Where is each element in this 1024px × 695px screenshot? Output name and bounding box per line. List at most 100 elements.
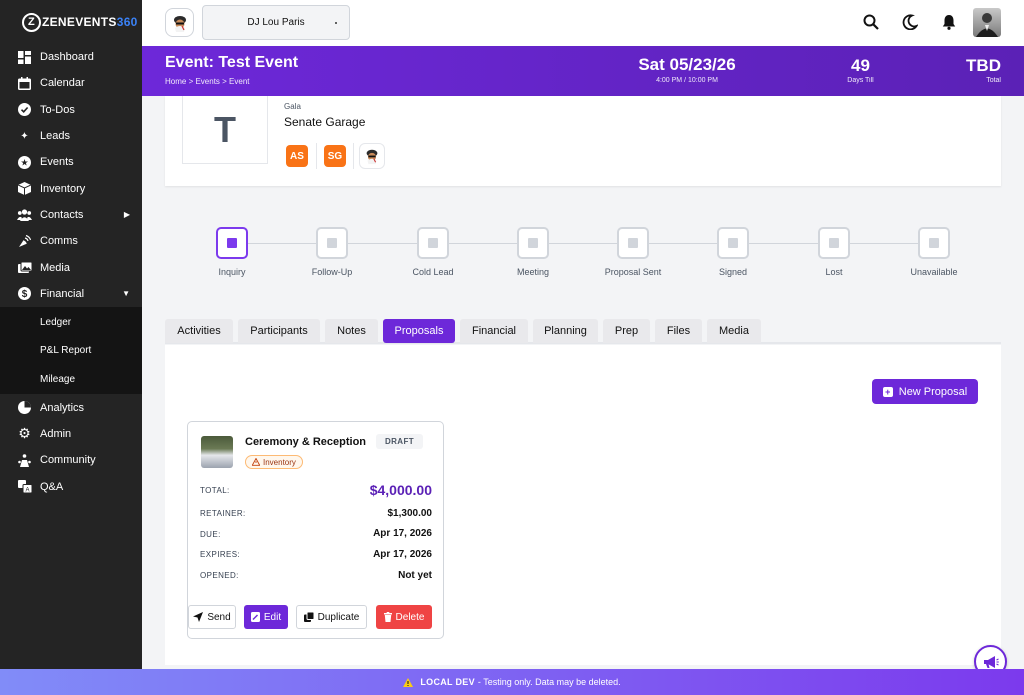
sidebar-item-leads[interactable]: ✦ Leads — [0, 123, 142, 149]
sidebar-item-label: Leads — [40, 130, 70, 143]
gear-icon: ⚙ — [18, 425, 31, 442]
opened-value: Not yet — [398, 570, 432, 581]
status-stepper: Inquiry Follow-Up Cold Lead Meeting Prop… — [165, 215, 1001, 285]
participant-chip-sg[interactable]: SG — [324, 145, 346, 167]
sidebar-item-calendar[interactable]: Calendar — [0, 70, 142, 96]
users-icon — [17, 207, 32, 222]
step-signed[interactable]: Signed — [683, 227, 783, 277]
event-date: Sat 05/23/26 — [638, 55, 736, 74]
satellite-icon — [17, 234, 32, 249]
sidebar-item-contacts[interactable]: Contacts ▶ — [0, 202, 142, 228]
svg-text:★: ★ — [20, 158, 28, 168]
profile-select[interactable]: DJ Lou Paris — [202, 5, 350, 40]
delete-button[interactable]: Delete — [376, 605, 432, 629]
step-unavailable[interactable]: Unavailable — [884, 227, 984, 277]
new-proposal-button[interactable]: + New Proposal — [872, 379, 978, 404]
collapse-icon[interactable]: ▼ — [122, 289, 130, 298]
dj-avatar-icon — [366, 149, 378, 165]
dark-mode-moon-icon[interactable] — [901, 13, 919, 31]
step-inquiry[interactable]: Inquiry — [182, 227, 282, 277]
breadcrumb[interactable]: Home > Events > Event — [165, 77, 250, 86]
bell-icon[interactable] — [940, 13, 958, 31]
sidebar-item-admin[interactable]: ⚙ Admin — [0, 421, 142, 447]
tab-planning[interactable]: Planning — [533, 319, 598, 343]
sidebar-item-analytics[interactable]: Analytics — [0, 394, 142, 420]
total-label: Total — [986, 77, 1001, 84]
sidebar-item-dashboard[interactable]: Dashboard — [0, 44, 142, 70]
new-proposal-label: New Proposal — [898, 385, 968, 398]
event-initial: T — [182, 96, 268, 164]
search-icon[interactable] — [862, 13, 880, 31]
tab-participants[interactable]: Participants — [238, 319, 320, 343]
photo-icon — [17, 260, 32, 275]
step-label: Cold Lead — [412, 267, 454, 277]
participant-avatar[interactable] — [359, 143, 385, 169]
sidebar-item-financial[interactable]: $ Financial ▼ — [0, 281, 142, 307]
sidebar-item-label: Financial — [40, 287, 85, 300]
svg-text:$: $ — [22, 289, 28, 300]
copy-icon — [303, 612, 314, 622]
warning-icon — [403, 677, 414, 687]
environment-badge: LOCAL DEV — [420, 677, 475, 687]
tab-files[interactable]: Files — [655, 319, 702, 343]
event-time: 4:00 PM / 10:00 PM — [656, 77, 718, 84]
check-circle-icon — [17, 102, 32, 117]
sidebar-subitem-pl-report[interactable]: P&L Report — [0, 336, 142, 365]
step-follow-up[interactable]: Follow-Up — [282, 227, 382, 277]
select-indicator-icon — [335, 22, 337, 24]
tab-prep[interactable]: Prep — [603, 319, 650, 343]
days-till-label: Days Till — [847, 77, 874, 84]
participant-chip-as[interactable]: AS — [286, 145, 308, 167]
dollar-icon: $ — [17, 286, 32, 301]
duplicate-button[interactable]: Duplicate — [296, 605, 367, 629]
due-value: Apr 17, 2026 — [373, 528, 432, 539]
step-label: Meeting — [516, 267, 550, 277]
send-icon — [193, 612, 204, 622]
sidebar-item-label: Events — [40, 156, 74, 169]
event-venue[interactable]: Senate Garage — [284, 115, 365, 129]
event-type: Gala — [284, 102, 301, 111]
user-avatar[interactable] — [973, 8, 1001, 37]
sidebar-subitem-ledger[interactable]: Ledger — [0, 308, 142, 337]
edit-button[interactable]: Edit — [244, 605, 288, 629]
chip-divider — [353, 143, 354, 169]
expand-icon[interactable]: ▶ — [124, 210, 130, 219]
due-label: DUE: — [200, 530, 221, 539]
stars-icon: ✦ — [20, 130, 29, 142]
proposal-title[interactable]: Ceremony & Reception — [245, 436, 366, 448]
sidebar-item-qa[interactable]: A Q&A — [0, 473, 142, 499]
step-cold-lead[interactable]: Cold Lead — [383, 227, 483, 277]
tab-activities[interactable]: Activities — [165, 319, 233, 343]
send-button[interactable]: Send — [188, 605, 236, 629]
financial-submenu: Ledger P&L Report Mileage — [0, 306, 142, 395]
event-tabs: Activities Participants Notes Proposals … — [165, 319, 1001, 344]
proposal-card[interactable]: Ceremony & Reception DRAFT Inventory TOT… — [187, 421, 444, 639]
sidebar-item-community[interactable]: Community — [0, 447, 142, 473]
sidebar-item-comms[interactable]: Comms — [0, 228, 142, 254]
step-meeting[interactable]: Meeting — [483, 227, 583, 277]
tab-financial[interactable]: Financial — [460, 319, 528, 343]
proposals-panel: + New Proposal Ceremony & Reception DRAF… — [165, 345, 1001, 665]
tab-notes[interactable]: Notes — [325, 319, 378, 343]
profile-avatar[interactable] — [165, 8, 194, 37]
sidebar-subitem-mileage[interactable]: Mileage — [0, 365, 142, 394]
sidebar-item-events[interactable]: ★ Events — [0, 149, 142, 175]
brand-logo[interactable]: Z ZENEVENTS 360 — [0, 0, 142, 44]
megaphone-icon — [983, 655, 999, 668]
star-circle-icon: ★ — [17, 155, 32, 170]
sidebar-item-label: Dashboard — [40, 51, 94, 64]
sidebar-item-media[interactable]: Media — [0, 254, 142, 280]
step-proposal-sent[interactable]: Proposal Sent — [583, 227, 683, 277]
sidebar-item-inventory[interactable]: Inventory — [0, 175, 142, 201]
warning-icon — [252, 458, 260, 466]
step-lost[interactable]: Lost — [784, 227, 884, 277]
send-label: Send — [207, 611, 231, 623]
logo-mark: Z — [22, 12, 41, 32]
environment-message: - Testing only. Data may be deleted. — [477, 677, 621, 687]
sidebar-item-label: Analytics — [40, 401, 85, 414]
sidebar-item-todos[interactable]: To-Dos — [0, 97, 142, 123]
expires-label: EXPIRES: — [200, 550, 241, 559]
step-label: Inquiry — [218, 267, 246, 277]
tab-proposals[interactable]: Proposals — [383, 319, 455, 343]
tab-media[interactable]: Media — [707, 319, 761, 343]
